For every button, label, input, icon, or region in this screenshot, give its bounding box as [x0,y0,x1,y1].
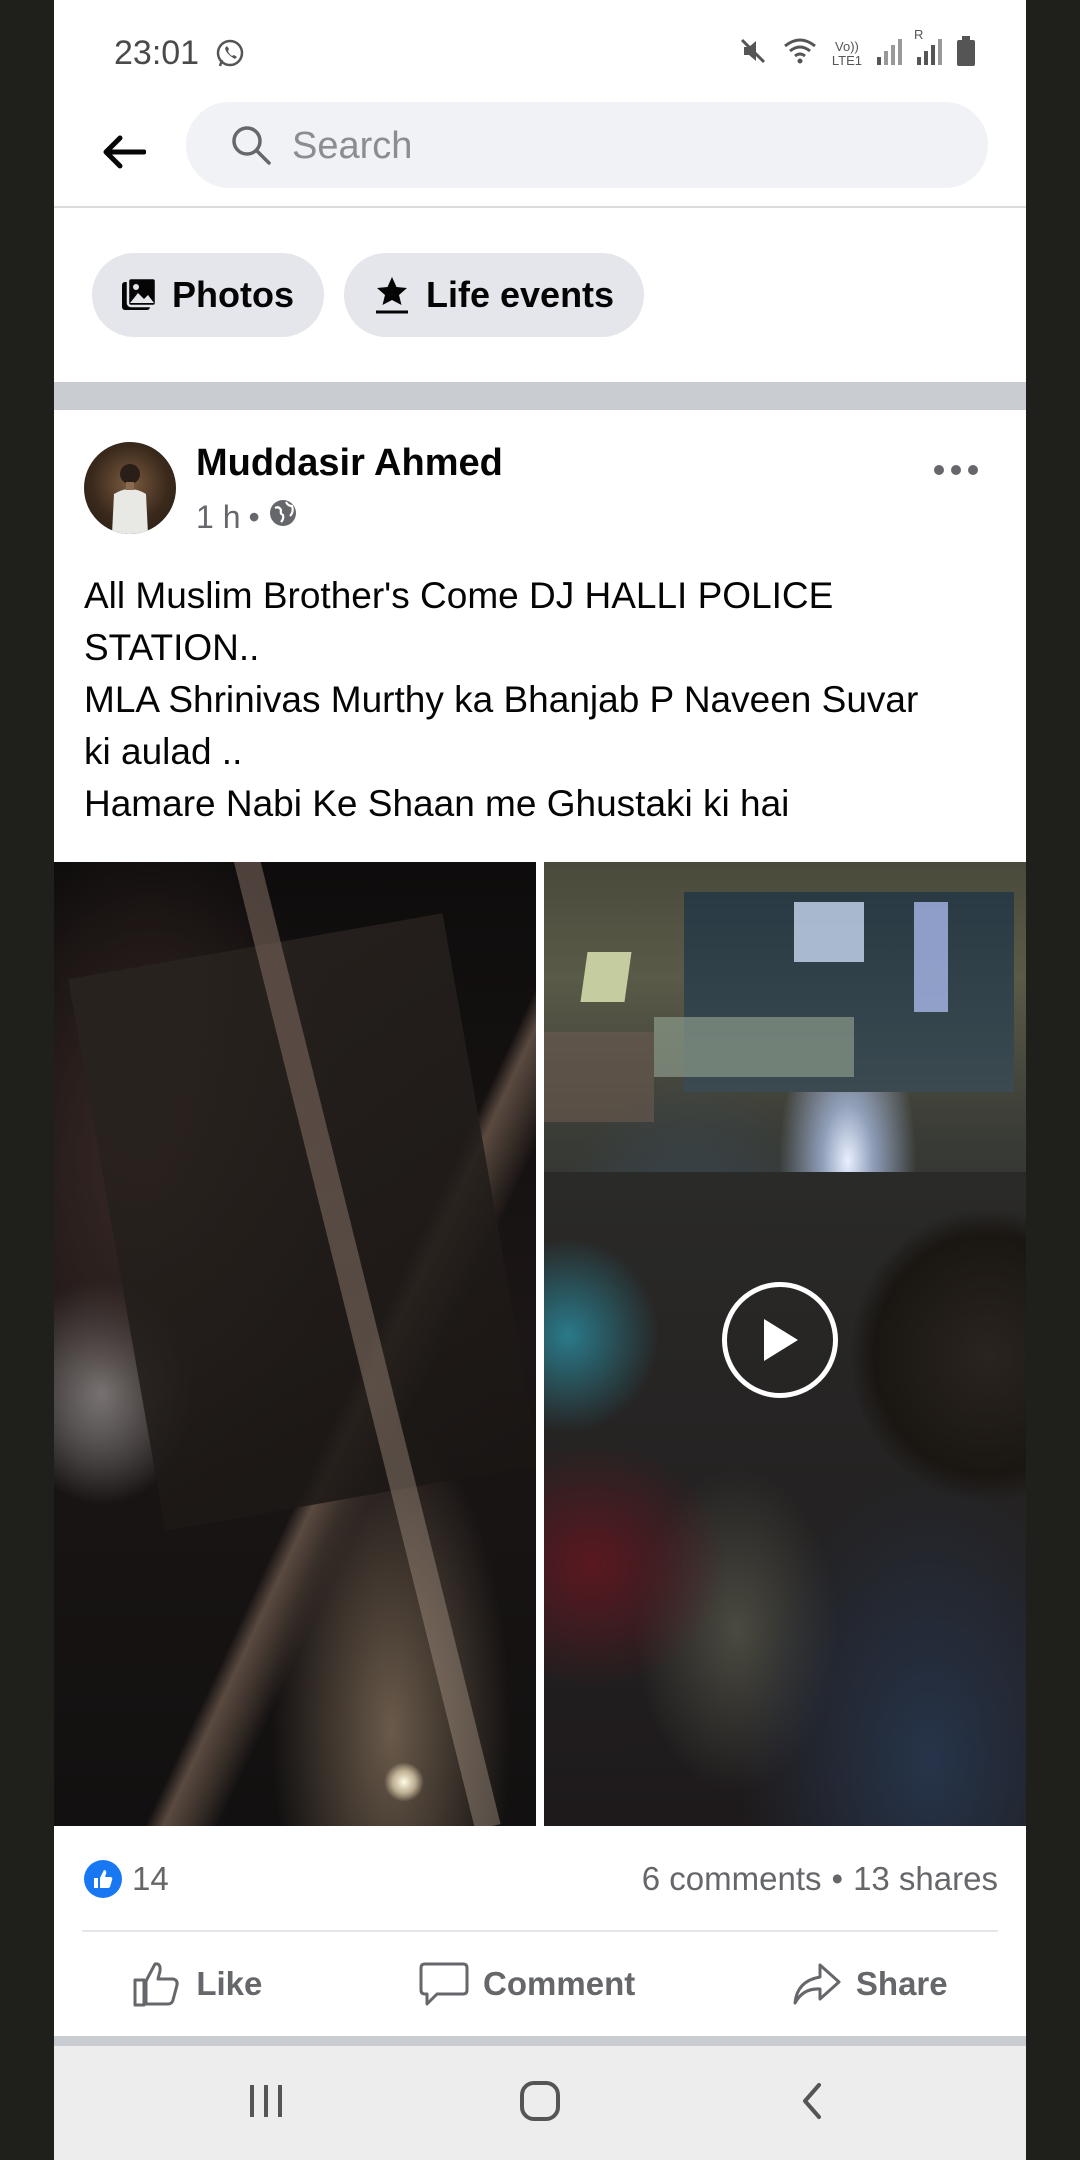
photos-icon [122,276,158,310]
comment-label: Comment [483,1965,636,2002]
globe-icon [268,498,298,536]
status-icons: Vo)) LTE1 R [738,27,976,71]
shares-count[interactable]: 13 shares [853,1860,998,1898]
stats-separator: • [831,1860,844,1897]
engagement-stats: 6 comments • 13 shares [642,1860,998,1898]
comments-count[interactable]: 6 comments [642,1860,822,1898]
whatsapp-icon [214,38,246,75]
post-time[interactable]: 1 h [196,499,240,536]
search-header [54,100,1026,208]
status-time: 23:01 [114,34,200,72]
post-actions: Like Comment Share [54,1932,1026,2036]
life-events-label: Life events [426,274,615,315]
network-type: Vo)) LTE1 [831,38,862,68]
like-button[interactable]: Like [112,1960,282,2008]
phone-screen: 23:01 Vo)) LTE1 R Search Photos Life eve… [54,0,1026,2160]
media-video[interactable] [544,862,1026,1826]
thumbs-up-icon [133,1962,179,2007]
post-text-line: Hamare Nabi Ke Shaan me Ghustaki ki hai [84,783,790,824]
search-input[interactable] [290,102,954,190]
mute-icon [738,36,768,71]
battery-icon [956,36,976,71]
post-text-line: ki aulad .. [84,731,243,772]
home-button[interactable] [510,2076,570,2126]
volte-label: Vo)) [835,38,859,54]
like-label: Like [196,1965,263,2002]
roaming-label: R [914,27,924,42]
avatar[interactable] [84,442,176,534]
play-icon [764,1319,798,1361]
photos-label: Photos [172,274,294,315]
search-icon [230,124,272,171]
post-text: All Muslim Brother's Come DJ HALLI POLIC… [84,570,1004,830]
share-icon [793,1963,841,2005]
wifi-icon [782,36,818,71]
life-events-chip[interactable]: Life events [344,253,645,337]
share-button[interactable]: Share [772,1961,968,2007]
home-icon [520,2081,560,2121]
back-button[interactable] [94,122,154,182]
post-text-line: MLA Shrinivas Murthy ka Bhanjab P Naveen… [84,679,919,720]
signal-icon: R [914,27,942,70]
more-options-button[interactable] [926,450,986,490]
comment-icon [419,1962,469,2006]
lte-label: LTE1 [831,52,862,68]
back-arrow-icon [103,135,146,169]
status-bar: 23:01 Vo)) LTE1 R [54,0,1026,100]
play-button[interactable] [722,1282,838,1398]
comment-button[interactable]: Comment [399,1960,655,2008]
post-media [54,862,1026,1826]
reactions-bar: 14 6 comments • 13 shares [54,1826,1026,1932]
meta-separator: • [248,498,260,535]
like-count[interactable]: 14 [132,1860,169,1898]
post-text-line: STATION.. [84,627,260,668]
filter-chips: Photos Life events [92,253,645,337]
section-divider [54,382,1026,410]
recent-apps-icon [250,2085,282,2117]
post-text-line: All Muslim Brother's Come DJ HALLI POLIC… [84,575,834,616]
post-header: Muddasir Ahmed 1 h • [54,410,1026,560]
system-nav-bar [54,2046,1026,2160]
media-photo[interactable] [54,862,536,1826]
back-nav-button[interactable] [782,2076,842,2126]
post-meta: 1 h • [196,498,298,536]
back-chevron-icon [803,2083,821,2119]
search-box[interactable] [186,102,988,190]
more-icon [934,465,978,475]
recent-apps-button[interactable] [236,2076,296,2126]
like-reaction-icon[interactable] [84,1860,122,1898]
signal-icon [876,37,902,70]
star-flag-icon [376,277,408,314]
photos-chip[interactable]: Photos [92,253,324,337]
share-label: Share [855,1965,948,2002]
feed-divider [54,2036,1026,2046]
author-name[interactable]: Muddasir Ahmed [196,442,503,485]
